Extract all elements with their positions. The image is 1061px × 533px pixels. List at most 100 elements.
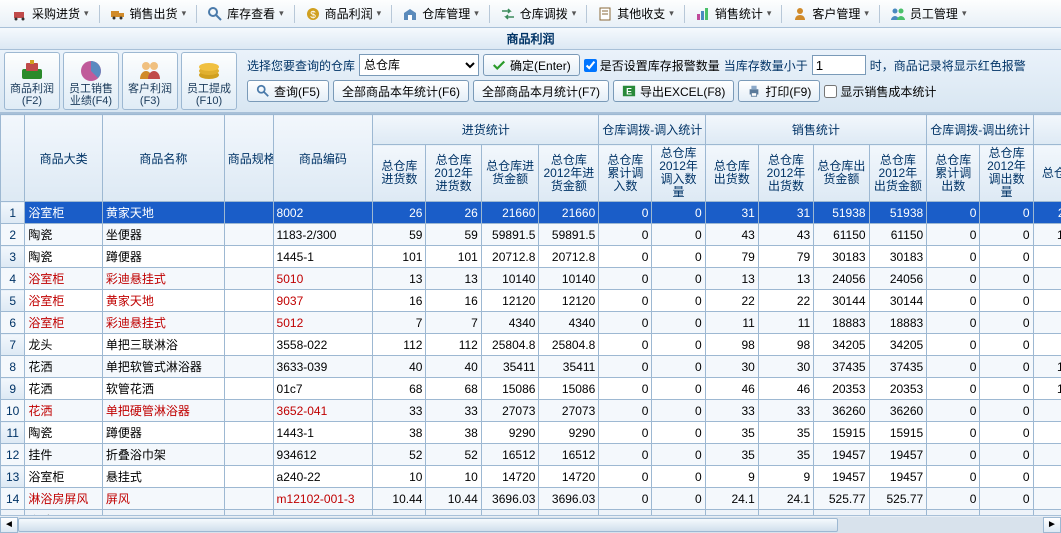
col-sub-7[interactable]: 总仓库2012年出货数: [758, 145, 813, 202]
warehouse-icon: [402, 6, 418, 22]
menu-chart[interactable]: 销售统计▾: [687, 0, 780, 27]
chevron-down-icon: ▾: [84, 8, 89, 19]
table-row[interactable]: 6浴室柜彩迪悬挂式5012774340434000111118883188830…: [1, 312, 1061, 334]
table-row[interactable]: 11陶瓷蹲便器1443-1383892909290003535159151591…: [1, 422, 1061, 444]
col-sub-9[interactable]: 总仓库2012年出货金额: [869, 145, 927, 202]
menu-customer[interactable]: 客户管理▾: [784, 0, 877, 27]
menu-search[interactable]: 库存查看▾: [199, 0, 292, 27]
chevron-down-icon: ▾: [572, 8, 577, 19]
search-icon: [207, 6, 223, 22]
table-row[interactable]: 4浴室柜彩迪悬挂式5010131310140101400013132405624…: [1, 268, 1061, 290]
warehouse-select[interactable]: 总仓库: [359, 54, 479, 76]
table-row[interactable]: 13浴室柜悬挂式a240-221010147201472000991945719…: [1, 466, 1061, 488]
svg-text:E: E: [626, 87, 632, 97]
col-sub-10[interactable]: 总仓库累计调出数: [927, 145, 980, 202]
col-rownum: [1, 115, 25, 202]
col-sub-4[interactable]: 总仓库累计调入数: [599, 145, 652, 202]
table-row[interactable]: 1浴室柜黄家天地80022626216602166000313151938519…: [1, 202, 1061, 224]
col-group-profit[interactable]: 利润统计: [1033, 115, 1061, 145]
col-spec[interactable]: 商品规格: [224, 115, 273, 202]
check-icon: [492, 58, 506, 72]
col-sub-3[interactable]: 总仓库2012年进货金额: [539, 145, 599, 202]
bigbtn-icon-2: [136, 59, 164, 81]
scroll-thumb[interactable]: [18, 518, 838, 532]
table-row[interactable]: 9花洒软管花洒01c768681508615086004646203532035…: [1, 378, 1061, 400]
chevron-down-icon: ▾: [377, 8, 382, 19]
menu-staff[interactable]: 员工管理▾: [882, 0, 975, 27]
chart-icon: [695, 6, 711, 22]
bigbtn-1[interactable]: 员工销售业绩(F4): [63, 52, 119, 110]
table-row[interactable]: 10花洒单把硬管淋浴器3652-041333327073270730033333…: [1, 400, 1061, 422]
col-sub-8[interactable]: 总仓库出货金额: [814, 145, 869, 202]
bigbtn-3[interactable]: 员工提成(F10): [181, 52, 237, 110]
chevron-down-icon: ▾: [279, 8, 284, 19]
customer-icon: [792, 6, 808, 22]
col-sub-6[interactable]: 总仓库出货数: [705, 145, 758, 202]
col-category[interactable]: 商品大类: [25, 115, 103, 202]
col-sub-1[interactable]: 总仓库2012年进货数: [426, 145, 481, 202]
col-code[interactable]: 商品编码: [273, 115, 373, 202]
bigbtn-icon-3: [195, 59, 223, 81]
menu-money[interactable]: $商品利润▾: [297, 0, 390, 27]
col-group-sales[interactable]: 销售统计: [705, 115, 927, 145]
alarm-lt-label: 当库存数量小于: [724, 57, 808, 74]
col-sub-12[interactable]: 总仓库利润: [1033, 145, 1061, 202]
bigbtn-2[interactable]: 客户利润(F3): [122, 52, 178, 110]
page-title: 商品利润: [0, 28, 1061, 50]
svg-text:$: $: [310, 10, 316, 21]
search-icon: [256, 84, 270, 98]
col-sub-2[interactable]: 总仓库进货金额: [481, 145, 539, 202]
receipt-icon: [597, 6, 613, 22]
chevron-down-icon: ▾: [474, 8, 479, 19]
table-row[interactable]: 3陶瓷蹲便器1445-110110120712.820712.800797930…: [1, 246, 1061, 268]
alarm-value-input[interactable]: [812, 55, 866, 75]
confirm-button[interactable]: 确定(Enter): [483, 54, 580, 76]
chevron-down-icon: ▾: [182, 8, 187, 19]
menu-transfer[interactable]: 仓库调拨▾: [492, 0, 585, 27]
staff-icon: [890, 6, 906, 22]
table-row[interactable]: 5浴室柜黄家天地90371616121201212000222230144301…: [1, 290, 1061, 312]
data-grid[interactable]: 商品大类 商品名称 商品规格 商品编码 进货统计 仓库调拨-调入统计 销售统计 …: [0, 113, 1061, 515]
query-button[interactable]: 查询(F5): [247, 80, 329, 102]
print-button[interactable]: 打印(F9): [738, 80, 820, 102]
table-row[interactable]: 7龙头单把三联淋浴3558-02211211225804.825804.8009…: [1, 334, 1061, 356]
chevron-down-icon: ▾: [669, 8, 674, 19]
col-sub-5[interactable]: 总仓库2012年调入数量: [652, 145, 705, 202]
money-icon: $: [305, 6, 321, 22]
col-name[interactable]: 商品名称: [102, 115, 224, 202]
table-row[interactable]: 2陶瓷坐便器1183-2/300595959891.559891.5004343…: [1, 224, 1061, 246]
col-sub-11[interactable]: 总仓库2012年调出数量: [980, 145, 1033, 202]
chevron-down-icon: ▾: [864, 8, 869, 19]
bigbtn-icon-1: [77, 59, 105, 81]
scroll-left-button[interactable]: ◄: [0, 517, 18, 533]
horizontal-scrollbar[interactable]: ◄ ►: [0, 515, 1061, 533]
menu-receipt[interactable]: 其他收支▾: [589, 0, 682, 27]
print-icon: [747, 84, 761, 98]
col-group-purchase[interactable]: 进货统计: [373, 115, 599, 145]
alarm-checkbox[interactable]: 是否设置库存报警数量: [584, 57, 720, 74]
toolbar: 商品利润(F2)员工销售业绩(F4)客户利润(F3)员工提成(F10) 选择您要…: [0, 50, 1061, 113]
transfer-icon: [500, 6, 516, 22]
scroll-right-button[interactable]: ►: [1043, 517, 1061, 533]
main-menu: 采购进货▾销售出货▾库存查看▾$商品利润▾仓库管理▾仓库调拨▾其他收支▾销售统计…: [0, 0, 1061, 28]
table-row[interactable]: 14淋浴房屏风屏风m12102-001-310.4410.443696.0336…: [1, 488, 1061, 510]
excel-icon: E: [622, 84, 636, 98]
month-stat-button[interactable]: 全部商品本月统计(F7): [473, 80, 609, 102]
alarm-tail-label: 时，商品记录将显示红色报警: [870, 57, 1026, 74]
col-group-transfer-out[interactable]: 仓库调拨-调出统计: [927, 115, 1033, 145]
table-row[interactable]: 12挂件折叠浴巾架9346125252165121651200353519457…: [1, 444, 1061, 466]
menu-cart[interactable]: 采购进货▾: [4, 0, 97, 27]
warehouse-label: 选择您要查询的仓库: [247, 57, 355, 74]
show-cost-checkbox[interactable]: 显示销售成本统计: [824, 83, 936, 100]
bigbtn-icon-0: [18, 59, 46, 81]
year-stat-button[interactable]: 全部商品本年统计(F6): [333, 80, 469, 102]
col-group-transfer-in[interactable]: 仓库调拨-调入统计: [599, 115, 705, 145]
table-row[interactable]: 8花洒单把软管式淋浴器3633-039404035411354110030303…: [1, 356, 1061, 378]
export-excel-button[interactable]: E导出EXCEL(F8): [613, 80, 734, 102]
menu-warehouse[interactable]: 仓库管理▾: [394, 0, 487, 27]
col-sub-0[interactable]: 总仓库进货数: [373, 145, 426, 202]
chevron-down-icon: ▾: [962, 8, 967, 19]
bigbtn-0[interactable]: 商品利润(F2): [4, 52, 60, 110]
menu-truck[interactable]: 销售出货▾: [102, 0, 195, 27]
chevron-down-icon: ▾: [767, 8, 772, 19]
